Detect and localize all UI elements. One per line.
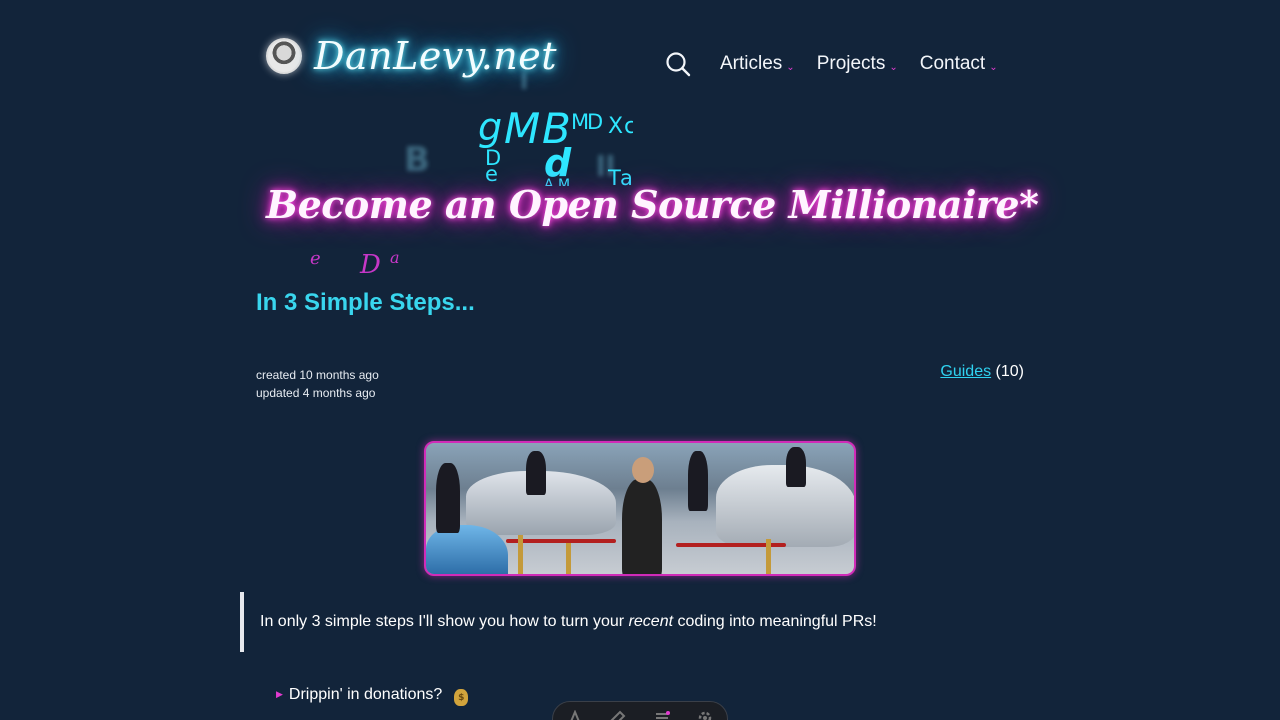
hero-image [424, 441, 856, 576]
person-shape [622, 479, 662, 574]
floating-toolbar [552, 701, 728, 720]
nav-articles[interactable]: Articles ⌄ [720, 53, 795, 75]
bullet-icon: ▶ [276, 690, 283, 700]
category-count: (10) [995, 363, 1024, 380]
avatar [266, 38, 302, 74]
main-nav: Articles ⌄ Projects ⌄ Contact ⌄ [664, 50, 1020, 78]
nav-contact-label: Contact [919, 53, 986, 74]
decorative-scramble-pink: e D a [310, 250, 420, 276]
intro-text-after: coding into meaningful PRs! [673, 613, 877, 630]
scramble-glyph: a [390, 250, 400, 267]
paint-icon[interactable] [610, 710, 626, 720]
nav-projects[interactable]: Projects ⌄ [817, 53, 898, 75]
decorative-glyph: B [404, 140, 430, 180]
person-shape [436, 463, 460, 533]
person-shape [786, 447, 806, 487]
intro-text-emphasis: recent [628, 613, 674, 630]
scramble-glyph: X [608, 114, 624, 139]
person-shape [688, 451, 708, 511]
post-shape [518, 535, 523, 574]
article-subtitle: In 3 Simple Steps... [256, 289, 475, 316]
gear-icon[interactable] [697, 710, 713, 720]
decorative-scramble: g M B M D X c D e d A M T a [470, 64, 633, 187]
nav-projects-label: Projects [816, 53, 886, 74]
scramble-glyph: D [587, 110, 604, 134]
money-bag-icon: $ [454, 688, 469, 706]
intro-text: In only 3 simple steps I'll show you how… [260, 613, 877, 631]
list-item: ▶ Drippin' in donations? $ [276, 686, 469, 706]
person-head [632, 457, 654, 483]
list-item-text: Drippin' in donations? [288, 686, 443, 703]
scramble-glyph: e [310, 250, 321, 269]
article-dates: created 10 months ago updated 4 months a… [256, 366, 379, 402]
search-icon[interactable] [664, 50, 692, 78]
scramble-glyph: c [624, 114, 633, 139]
intro-quote: In only 3 simple steps I'll show you how… [240, 592, 1030, 652]
category-tag: Guides (10) [940, 363, 1024, 381]
nav-contact[interactable]: Contact ⌄ [920, 53, 998, 75]
scramble-glyph: M [504, 104, 541, 153]
text-icon[interactable] [567, 710, 583, 720]
chevron-down-icon: ⌄ [786, 61, 795, 73]
nav-articles-label: Articles [720, 53, 783, 74]
article-title: Become an Open Source Millionaire* [266, 182, 1039, 227]
created-date: created 10 months ago [256, 368, 379, 382]
category-link[interactable]: Guides [940, 363, 991, 380]
updated-date: updated 4 months ago [256, 386, 376, 400]
intro-text-before: In only 3 simple steps I'll show you how… [260, 613, 629, 630]
menu-icon[interactable] [654, 710, 670, 720]
scramble-glyph: D [360, 250, 381, 276]
post-shape [566, 543, 571, 574]
post-shape [766, 539, 771, 574]
chevron-down-icon: ⌄ [989, 61, 998, 73]
chevron-down-icon: ⌄ [889, 61, 898, 73]
person-shape [526, 451, 546, 495]
scramble-glyph: g [478, 105, 503, 149]
